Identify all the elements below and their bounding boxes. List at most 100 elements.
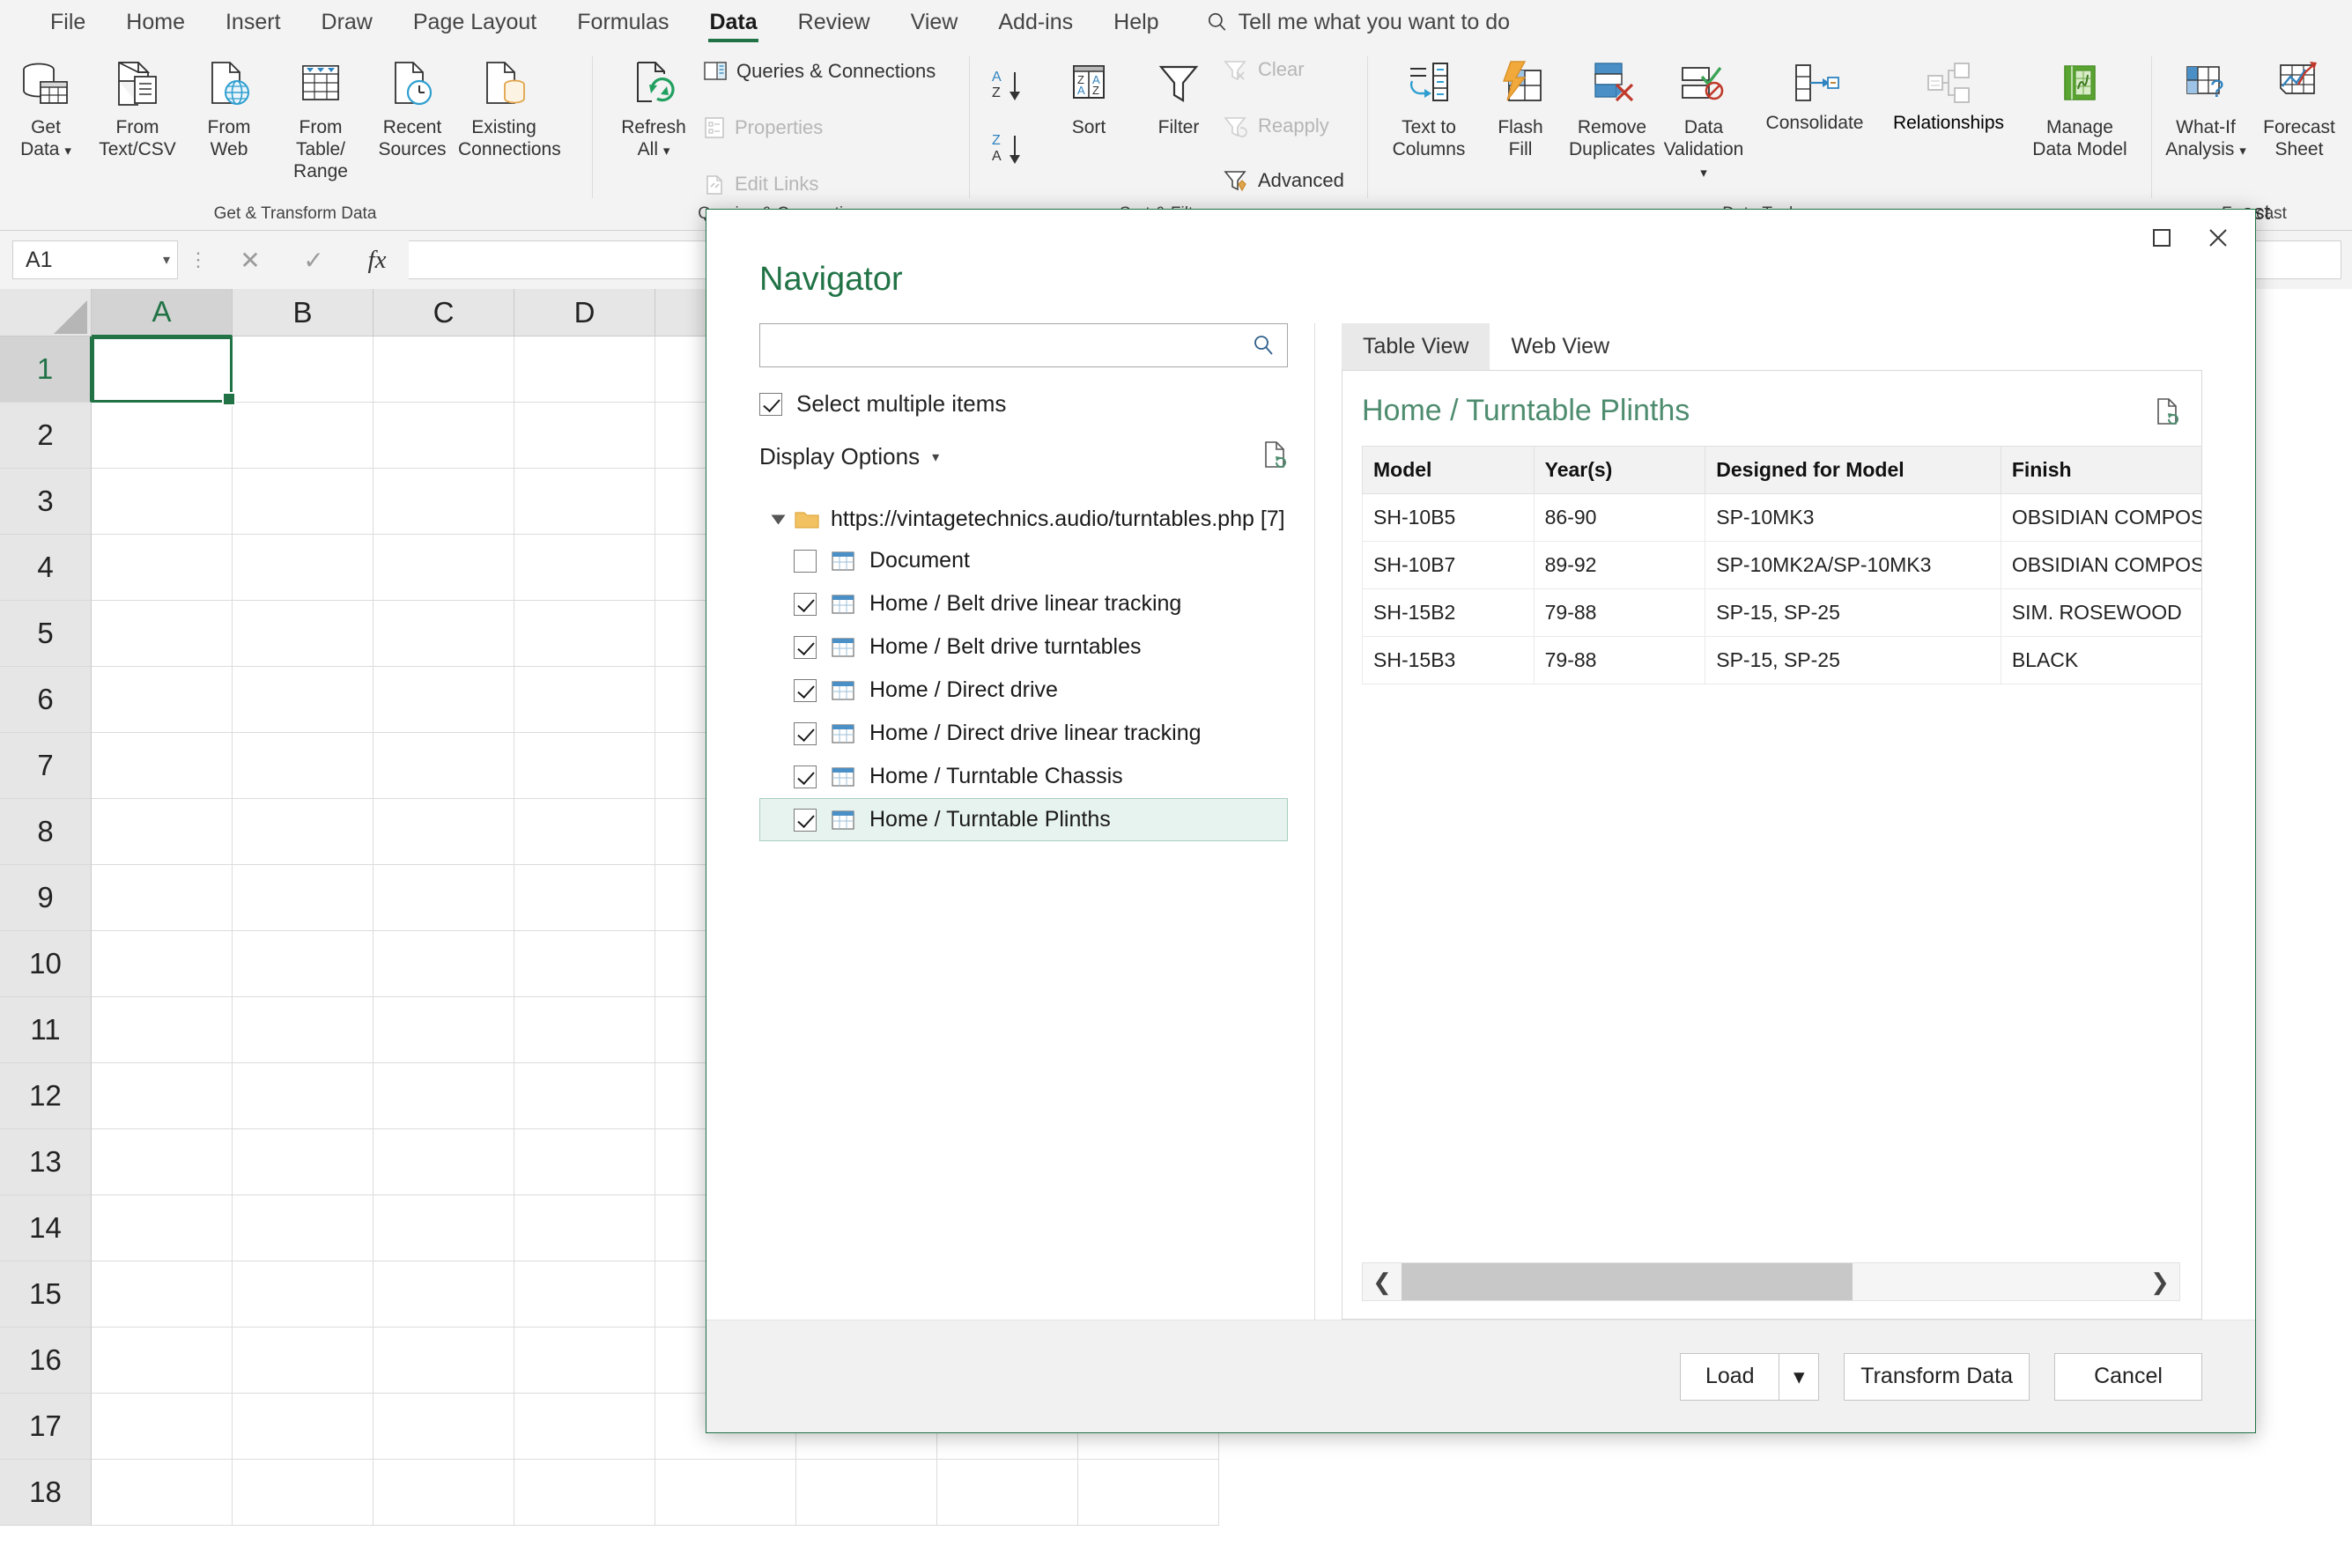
maximize-icon[interactable]: [2134, 215, 2190, 261]
worksheet-cell[interactable]: [374, 1261, 514, 1328]
worksheet-cell[interactable]: [92, 1261, 233, 1328]
worksheet-cell[interactable]: [92, 1328, 233, 1394]
tree-item-direct-drive-linear-tracking[interactable]: Home / Direct drive linear tracking: [759, 712, 1288, 755]
ribbon-tab-file[interactable]: File: [30, 0, 106, 44]
formula-bar-expand-handle[interactable]: ⋮: [178, 248, 218, 271]
column-header-years[interactable]: Year(s): [1533, 446, 1706, 494]
column-header-c[interactable]: C: [374, 289, 514, 337]
worksheet-cell[interactable]: [233, 799, 374, 865]
row-header-13[interactable]: 13: [0, 1129, 92, 1195]
tree-item-document[interactable]: Document: [759, 539, 1288, 582]
worksheet-cell[interactable]: [233, 1394, 374, 1460]
scroll-left-icon[interactable]: ❮: [1363, 1268, 1402, 1296]
table-row[interactable]: SH-15B2 79-88 SP-15, SP-25 SIM. ROSEWOOD: [1362, 588, 2201, 637]
worksheet-cell[interactable]: [514, 799, 655, 865]
worksheet-cell[interactable]: [233, 667, 374, 733]
from-web-button[interactable]: From Web: [183, 53, 275, 160]
row-header-2[interactable]: 2: [0, 403, 92, 469]
ribbon-tab-formulas[interactable]: Formulas: [557, 0, 689, 44]
queries-connections-button[interactable]: Queries & Connections: [703, 60, 936, 83]
ribbon-tab-help[interactable]: Help: [1093, 0, 1179, 44]
worksheet-cell[interactable]: [374, 337, 514, 403]
worksheet-cell[interactable]: [514, 997, 655, 1063]
worksheet-cell[interactable]: [514, 469, 655, 535]
ribbon-tab-insert[interactable]: Insert: [205, 0, 301, 44]
worksheet-cell[interactable]: [92, 667, 233, 733]
worksheet-cell[interactable]: [514, 337, 655, 403]
row-header-3[interactable]: 3: [0, 469, 92, 535]
tree-root-node[interactable]: https://vintagetechnics.audio/turntables…: [759, 499, 1288, 539]
tab-table-view[interactable]: Table View: [1342, 323, 1490, 370]
worksheet-cell[interactable]: [233, 1063, 374, 1129]
worksheet-cell[interactable]: [233, 601, 374, 667]
refresh-preview-icon[interactable]: [1261, 440, 1288, 473]
display-options-row[interactable]: Display Options ▾: [759, 440, 1288, 473]
advanced-filter-button[interactable]: Advanced: [1223, 169, 1344, 192]
worksheet-cell[interactable]: [514, 667, 655, 733]
ribbon-tab-home[interactable]: Home: [106, 0, 205, 44]
worksheet-cell[interactable]: [374, 1195, 514, 1261]
close-icon[interactable]: [2190, 215, 2246, 261]
ribbon-tab-add-ins[interactable]: Add-ins: [978, 0, 1093, 44]
worksheet-cell[interactable]: [233, 1460, 374, 1526]
row-header-9[interactable]: 9: [0, 865, 92, 931]
what-if-analysis-button[interactable]: ? What-If Analysis ▾: [2160, 53, 2252, 162]
column-header-a[interactable]: A: [92, 289, 233, 337]
worksheet-cell[interactable]: [233, 337, 374, 403]
worksheet-cell[interactable]: [514, 733, 655, 799]
recent-sources-button[interactable]: Recent Sources: [366, 53, 458, 160]
worksheet-cell[interactable]: [374, 1129, 514, 1195]
sort-az-button[interactable]: A Z: [990, 65, 1034, 112]
navigator-search-input[interactable]: [773, 333, 1252, 358]
worksheet-cell[interactable]: [514, 931, 655, 997]
row-header-12[interactable]: 12: [0, 1063, 92, 1129]
ribbon-tab-review[interactable]: Review: [778, 0, 891, 44]
tree-item-checkbox[interactable]: [794, 765, 817, 788]
name-box[interactable]: A1 ▾: [12, 240, 178, 279]
worksheet-cell[interactable]: [1078, 1460, 1219, 1526]
worksheet-cell[interactable]: [374, 865, 514, 931]
tree-item-checkbox[interactable]: [794, 592, 817, 616]
select-multiple-items-row[interactable]: Select multiple items: [759, 390, 1288, 418]
get-data-button[interactable]: Get Data ▾: [0, 53, 92, 162]
worksheet-cell[interactable]: [374, 931, 514, 997]
filter-button[interactable]: Filter: [1133, 53, 1224, 138]
worksheet-cell[interactable]: [92, 931, 233, 997]
row-header-4[interactable]: 4: [0, 535, 92, 601]
tab-web-view[interactable]: Web View: [1490, 323, 1631, 370]
table-row[interactable]: SH-15B3 79-88 SP-15, SP-25 BLACK: [1362, 636, 2201, 684]
text-to-columns-button[interactable]: Text to Columns: [1383, 53, 1475, 160]
refresh-all-button[interactable]: Refresh All ▾: [608, 53, 699, 162]
column-header-d[interactable]: D: [514, 289, 655, 337]
select-all-corner[interactable]: [0, 289, 92, 337]
worksheet-cell[interactable]: [92, 733, 233, 799]
worksheet-cell[interactable]: [937, 1460, 1078, 1526]
remove-duplicates-button[interactable]: Remove Duplicates: [1566, 53, 1658, 160]
navigator-search-box[interactable]: [759, 323, 1288, 367]
tree-item-direct-drive[interactable]: Home / Direct drive: [759, 669, 1288, 712]
consolidate-button[interactable]: Consolidate: [1753, 53, 1876, 134]
row-header-17[interactable]: 17: [0, 1394, 92, 1460]
worksheet-cell[interactable]: [374, 733, 514, 799]
row-header-5[interactable]: 5: [0, 601, 92, 667]
worksheet-cell[interactable]: [233, 733, 374, 799]
row-header-7[interactable]: 7: [0, 733, 92, 799]
worksheet-cell[interactable]: [514, 1129, 655, 1195]
worksheet-cell[interactable]: [233, 469, 374, 535]
worksheet-cell[interactable]: [92, 997, 233, 1063]
worksheet-cell[interactable]: [233, 865, 374, 931]
worksheet-cell[interactable]: [374, 1063, 514, 1129]
row-header-8[interactable]: 8: [0, 799, 92, 865]
column-header-designed-for-model[interactable]: Designed for Model: [1705, 446, 2001, 494]
row-header-11[interactable]: 11: [0, 997, 92, 1063]
worksheet-cell[interactable]: [92, 865, 233, 931]
worksheet-cell[interactable]: [374, 1328, 514, 1394]
tell-me-box[interactable]: Tell me what you want to do: [1206, 10, 1510, 35]
tree-item-checkbox[interactable]: [794, 808, 817, 832]
worksheet-cell[interactable]: [233, 1328, 374, 1394]
worksheet-cell[interactable]: [374, 1394, 514, 1460]
worksheet-cell[interactable]: [92, 535, 233, 601]
tree-item-checkbox[interactable]: [794, 678, 817, 702]
sort-za-button[interactable]: Z A: [990, 129, 1034, 175]
tree-item-checkbox[interactable]: [794, 635, 817, 659]
